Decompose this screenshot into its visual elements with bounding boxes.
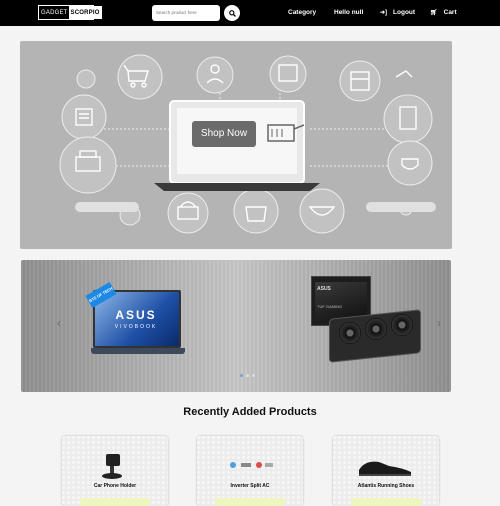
person-icon bbox=[196, 56, 234, 94]
gpu-label: TUF GAMING bbox=[317, 304, 343, 309]
product-card[interactable]: Inverter Split AC bbox=[197, 436, 303, 506]
air-conditioner-image bbox=[230, 462, 273, 468]
printer-icon bbox=[59, 136, 117, 194]
product-name: Car Phone Holder bbox=[93, 483, 137, 489]
nav-category-label: Category bbox=[288, 9, 317, 16]
invoice-icon bbox=[383, 94, 433, 144]
chevron-right-icon: › bbox=[437, 316, 441, 330]
phone-holder-image bbox=[102, 454, 122, 479]
document-icon bbox=[61, 94, 107, 140]
chevron-left-icon: ‹ bbox=[57, 316, 61, 330]
cart-icon: 🛒︎ bbox=[430, 10, 438, 16]
nav-cart-link[interactable]: 🛒︎ Cart bbox=[430, 0, 457, 26]
product-card[interactable]: Car Phone Holder bbox=[62, 436, 168, 506]
shop-now-button[interactable]: Shop Now bbox=[192, 121, 256, 147]
carousel-dot[interactable] bbox=[246, 374, 249, 377]
nav-category-link[interactable]: Category bbox=[288, 0, 316, 26]
running-shoe-image bbox=[359, 461, 411, 476]
hero-banner: Shop Now bbox=[20, 41, 452, 249]
bag-icon bbox=[233, 188, 279, 234]
chart-icon bbox=[339, 60, 381, 102]
search-input[interactable] bbox=[152, 5, 220, 21]
cart-large-icon bbox=[117, 54, 163, 100]
product-carousel: BTS OF TECH ASUS VIVOBOOK ASUS TUF GAMIN… bbox=[21, 260, 451, 392]
laptop-brand: ASUS bbox=[115, 308, 157, 322]
section-title: Recently Added Products bbox=[183, 406, 317, 418]
brand-logo[interactable]: GADGET SCORPIO bbox=[38, 5, 102, 20]
store-icon bbox=[269, 55, 307, 93]
carousel-dot[interactable] bbox=[240, 374, 243, 377]
laptop-image[interactable]: BTS OF TECH ASUS VIVOBOOK bbox=[85, 281, 187, 356]
laptop-model: VIVOBOOK bbox=[114, 324, 158, 330]
nav-user-label: Hello null bbox=[334, 9, 364, 16]
clock-icon bbox=[76, 69, 96, 89]
logout-icon: ➜] bbox=[380, 10, 388, 16]
gpu-image[interactable]: ASUS TUF GAMING bbox=[311, 276, 421, 363]
carousel-dot[interactable] bbox=[252, 374, 255, 377]
gpu-brand: ASUS bbox=[317, 286, 331, 292]
bowl-icon bbox=[299, 188, 345, 234]
product-name: Inverter Split AC bbox=[230, 483, 270, 489]
shop-now-label: Shop Now bbox=[200, 128, 248, 139]
navbar: GADGET SCORPIO Category Hello null ➜] Log… bbox=[0, 0, 500, 26]
carousel-next-button[interactable]: › bbox=[434, 316, 444, 330]
nav-logout-label: Logout bbox=[393, 9, 416, 16]
search-button[interactable] bbox=[224, 5, 240, 21]
logo-text-right: SCORPIO bbox=[68, 6, 102, 19]
logo-text-left: GADGET bbox=[41, 9, 68, 16]
nav-user-link[interactable]: Hello null bbox=[334, 0, 363, 26]
cup-icon bbox=[387, 140, 433, 186]
laptop-base bbox=[154, 183, 320, 191]
product-card[interactable]: Atlantis Running Shoes bbox=[333, 436, 439, 506]
nav-cart-label: Cart bbox=[443, 9, 457, 16]
search-icon bbox=[228, 9, 236, 17]
carousel-prev-button[interactable]: ‹ bbox=[54, 316, 64, 330]
carousel-indicators bbox=[240, 374, 255, 377]
basket-icon bbox=[167, 192, 209, 234]
nav-logout-link[interactable]: ➜] Logout bbox=[380, 0, 415, 26]
product-name: Atlantis Running Shoes bbox=[357, 483, 415, 489]
